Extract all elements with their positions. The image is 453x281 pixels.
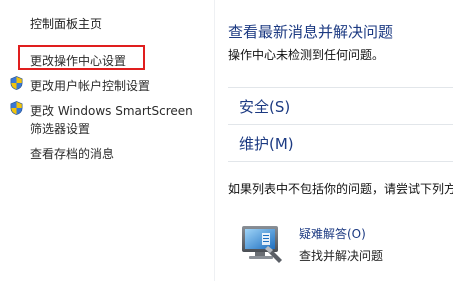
control-panel-home-link[interactable]: 控制面板主页 xyxy=(30,15,102,32)
section-divider xyxy=(228,161,453,162)
uac-shield-icon xyxy=(10,76,23,90)
sidebar: 控制面板主页 更改操作中心设置 更改用户帐户控制设置 更改 Windows Sm… xyxy=(0,0,213,281)
troubleshooting-computer-icon xyxy=(242,226,282,263)
page-title: 查看最新消息并解决问题 xyxy=(228,23,394,41)
troubleshooting-description: 查找并解决问题 xyxy=(299,249,384,263)
change-uac-settings-link[interactable]: 更改用户帐户控制设置 xyxy=(30,77,150,94)
info-text: 如果列表中不包括你的问题，请尝试下列方 xyxy=(228,182,453,196)
change-action-center-settings-link[interactable]: 更改操作中心设置 xyxy=(30,52,126,69)
change-smartscreen-settings-link-line2[interactable]: 筛选器设置 xyxy=(30,120,90,137)
action-center-window: 控制面板主页 更改操作中心设置 更改用户帐户控制设置 更改 Windows Sm… xyxy=(0,0,453,281)
uac-shield-icon xyxy=(10,101,23,115)
maintenance-section-header[interactable]: 维护(M) xyxy=(239,133,294,154)
pane-divider xyxy=(214,0,215,281)
change-smartscreen-settings-link[interactable]: 更改 Windows SmartScreen xyxy=(30,102,193,119)
section-divider xyxy=(228,87,453,88)
section-divider xyxy=(228,124,453,125)
status-message: 操作中心未检测到任何问题。 xyxy=(228,48,385,62)
view-archived-messages-link[interactable]: 查看存档的消息 xyxy=(30,145,114,162)
troubleshooting-link[interactable]: 疑难解答(O) xyxy=(299,225,366,242)
security-section-header[interactable]: 安全(S) xyxy=(239,96,290,117)
